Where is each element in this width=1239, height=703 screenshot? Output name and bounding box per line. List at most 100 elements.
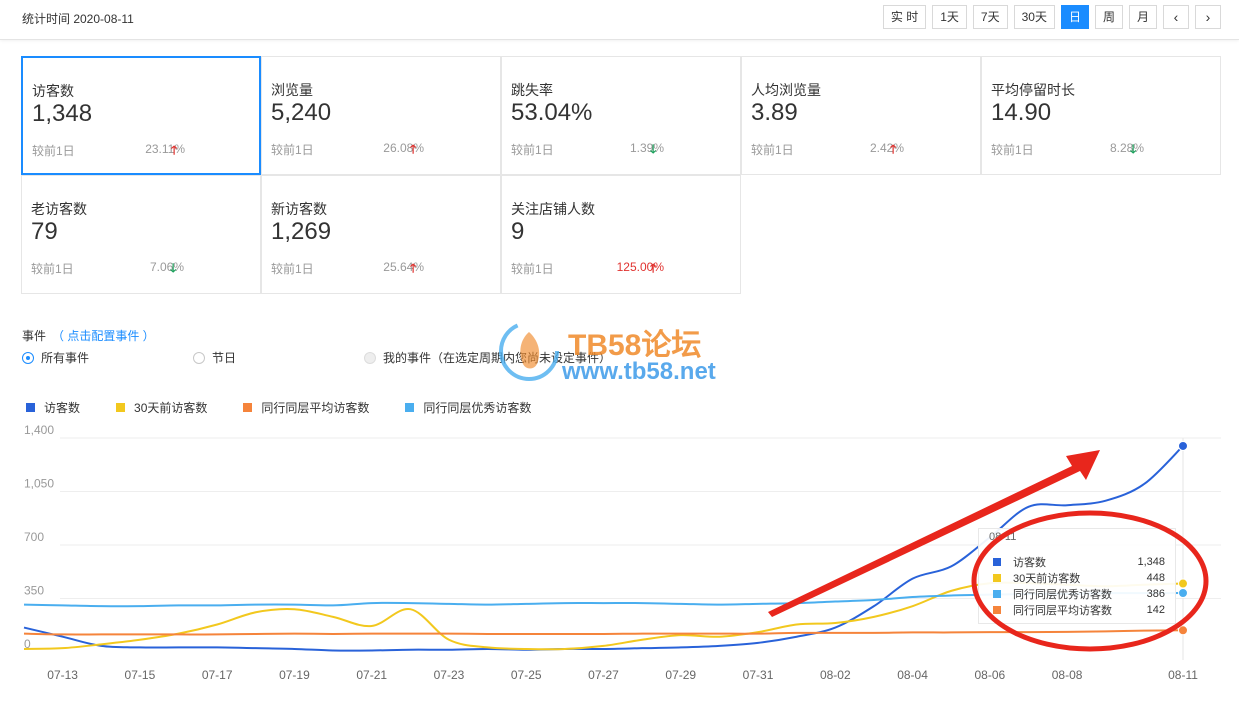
metric-title: 老访客数 [31,201,87,217]
watermark-url: www.tb58.net [562,358,716,385]
metric-card-pageviews[interactable]: 浏览量 5,240 较前1日 26.08% 🡑 [261,56,501,175]
tooltip-row: 30天前访客数 448 [993,570,1165,586]
metric-card-avg-stay[interactable]: 平均停留时长 14.90 较前1日 8.28% 🡓 [981,56,1221,175]
range-day-button[interactable]: 日 [1060,5,1089,29]
y-tick-label: 350 [24,584,44,598]
series-point-0 [1178,440,1188,451]
metric-value: 1,269 [271,218,332,245]
events-heading: 事件 （ 点击配置事件 ） [22,327,155,344]
arrow-down-icon: 🡓 [650,142,657,156]
arrow-up-icon: 🡑 [890,142,897,156]
tooltip-swatch [993,590,1001,598]
x-tick-label: 07-23 [434,668,465,682]
x-tick-label: 07-13 [47,668,78,682]
legend-swatch [405,403,415,412]
series-point-3 [1178,587,1188,598]
metric-title: 关注店铺人数 [511,201,595,217]
metric-title: 平均停留时长 [991,82,1075,98]
tooltip-swatch [993,574,1001,582]
watermark-logo-icon [499,321,559,381]
metric-card-new-visitors[interactable]: 新访客数 1,269 较前1日 25.64% 🡑 [261,175,501,294]
arrow-up-icon: 🡑 [650,261,657,275]
metric-compare: 较前1日 [271,262,314,276]
metric-value: 3.89 [751,99,798,126]
tooltip-label: 访客数 [1013,557,1046,569]
legend-item-visitors-30d[interactable]: 30天前访客数 [116,399,207,416]
range-30d-button[interactable]: 30天 [1013,5,1055,29]
x-tick-label: 07-21 [356,668,387,682]
legend-item-visitors[interactable]: 访客数 [26,399,80,416]
prev-arrow-icon[interactable]: ‹ [1163,5,1189,29]
x-tick-label: 07-19 [279,668,310,682]
range-week-button[interactable]: 周 [1094,5,1123,29]
metric-card-bounce-rate[interactable]: 跳失率 53.04% 较前1日 1.39% 🡓 [501,56,741,175]
range-realtime-button[interactable]: 实 时 [882,5,927,29]
tooltip-value: 142 [1146,604,1165,616]
y-tick-label: 700 [24,530,44,544]
legend-item-peer-top[interactable]: 同行同层优秀访客数 [405,399,531,416]
tooltip-row: 同行同层平均访客数 142 [993,602,1165,618]
tooltip-value: 1,348 [1137,556,1165,568]
events-title: 事件 [22,329,47,343]
next-arrow-icon[interactable]: › [1195,5,1221,29]
tooltip-row: 访客数 1,348 [993,554,1165,570]
series-point-2 [1178,625,1188,636]
radio-holidays[interactable]: 节日 [193,349,236,366]
legend-label: 同行同层平均访客数 [261,401,370,415]
x-tick-label: 07-25 [511,668,542,682]
tooltip-label: 30天前访客数 [1013,573,1081,585]
x-tick-label: 07-31 [743,668,774,682]
x-tick-label: 07-27 [588,668,619,682]
series-point-1 [1178,578,1188,589]
x-tick-label: 08-06 [974,668,1005,682]
watermark: TB58论坛 www.tb58.net [496,316,756,386]
metric-card-visitors[interactable]: 访客数 1,348 较前1日 23.11% 🡑 [21,56,261,175]
metric-title: 新访客数 [271,201,327,217]
range-1d-button[interactable]: 1天 [932,5,967,29]
legend-label: 30天前访客数 [134,401,208,415]
chart-tooltip: 08-11 访客数 1,348 30天前访客数 448 同行同层优秀访客数 386 同… [978,528,1176,624]
tooltip-row: 同行同层优秀访客数 386 [993,586,1165,602]
chart-legend: 访客数 30天前访客数 同行同层平均访客数 同行同层优秀访客数 [26,399,567,416]
range-7d-button[interactable]: 7天 [972,5,1008,29]
legend-swatch [26,403,35,412]
x-tick-label: 07-17 [202,668,233,682]
metric-compare: 较前1日 [751,143,794,157]
x-tick-label: 07-29 [665,668,696,682]
config-events-link[interactable]: （ 点击配置事件 ） [52,329,155,343]
legend-swatch [116,403,126,412]
metric-compare: 较前1日 [32,144,75,158]
metric-value: 14.90 [991,99,1052,126]
tooltip-swatch [993,558,1001,566]
arrow-up-icon: 🡑 [171,143,178,157]
radio-all-events[interactable]: 所有事件 [22,349,89,366]
tooltip-swatch [993,606,1001,614]
metric-card-avg-pageviews[interactable]: 人均浏览量 3.89 较前1日 2.42% 🡑 [741,56,981,175]
metric-compare: 较前1日 [991,143,1034,157]
metric-compare: 较前1日 [511,143,554,157]
radio-checked-icon[interactable] [22,351,34,364]
arrow-down-icon: 🡓 [1130,142,1137,156]
metric-value: 9 [511,218,525,245]
metric-title: 浏览量 [271,82,313,98]
metric-compare: 较前1日 [511,262,554,276]
metric-card-returning-visitors[interactable]: 老访客数 79 较前1日 7.06% 🡓 [21,175,261,294]
x-tick-label: 08-04 [897,668,928,682]
legend-item-peer-avg[interactable]: 同行同层平均访客数 [243,399,369,416]
metric-card-shop-followers[interactable]: 关注店铺人数 9 较前1日 125.00% 🡑 [501,175,741,294]
metric-value: 5,240 [271,99,332,126]
legend-label: 访客数 [44,401,81,415]
tooltip-value: 386 [1146,588,1165,600]
range-month-button[interactable]: 月 [1128,5,1157,29]
arrow-down-icon: 🡓 [170,261,177,275]
metric-compare: 较前1日 [31,262,74,276]
y-tick-label: 1,400 [24,423,54,437]
radio-icon[interactable] [193,351,205,364]
arrow-up-icon: 🡑 [410,142,417,156]
stat-time: 统计时间 2020-08-11 [22,12,134,26]
metric-title: 人均浏览量 [751,82,821,98]
range-switcher: 实 时 1天 7天 30天 日 周 月 ‹ › [882,5,1221,29]
metric-title: 跳失率 [511,82,553,98]
metric-value: 79 [31,218,58,245]
y-tick-label: 1,050 [24,477,54,491]
